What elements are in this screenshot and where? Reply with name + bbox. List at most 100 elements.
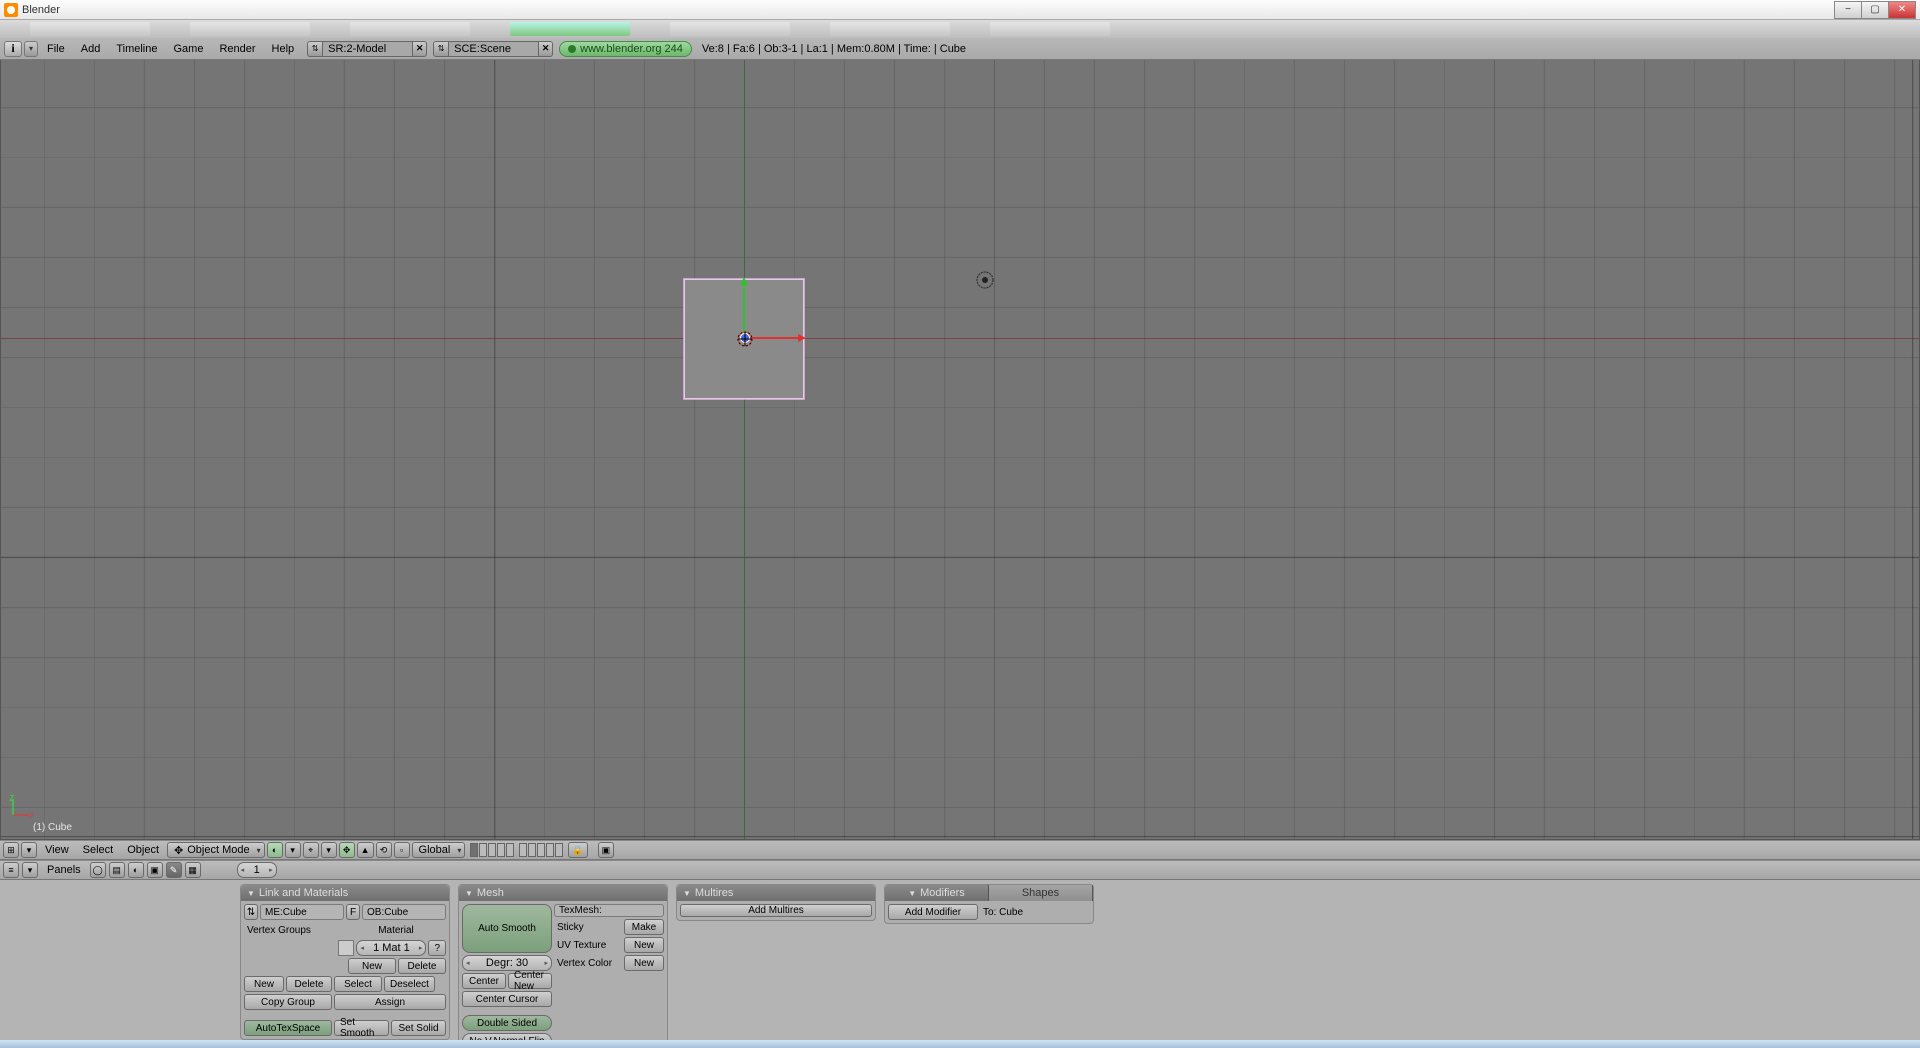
sticky-label: Sticky [554,919,587,935]
buttons-chevron-icon[interactable]: ▾ [22,862,38,878]
screen-browse-icon[interactable]: ⇅ [307,41,323,57]
shading-solid-icon[interactable]: ◐ [267,842,283,858]
window-type-chevron-icon[interactable]: ▾ [24,41,38,57]
center-cursor-button[interactable]: Center Cursor [462,991,552,1007]
blender-org-link[interactable]: www.blender.org 244 [559,41,692,57]
tab-shapes[interactable]: Shapes [989,885,1093,901]
menu-add[interactable]: Add [74,40,108,58]
material-swatch[interactable] [338,940,354,956]
material-help-button[interactable]: ? [428,940,446,956]
viewport-object-label: (1) Cube [33,822,72,833]
context-editing-icon[interactable]: ✎ [166,862,182,878]
gizmo-x-arrow[interactable] [746,337,801,339]
frame-number-field[interactable]: 1 [237,862,277,878]
tab-modifiers[interactable]: ▼Modifiers [885,885,989,901]
context-logic-icon[interactable]: ◯ [90,862,106,878]
panel-link-materials: ▼Link and Materials ⇅ ME:Cube F OB:Cube … [240,884,450,1040]
window-title: Blender [22,4,60,16]
3dview-type-icon[interactable]: ⊞ [3,842,19,858]
buttons-type-icon[interactable]: ≡ [3,862,19,878]
mode-label: Object Mode [187,844,249,856]
mode-dropdown[interactable]: ✥Object Mode [167,842,265,858]
window-maximize-button[interactable]: ▢ [1861,1,1889,19]
3dview-menu-chevron-icon[interactable]: ▾ [21,842,37,858]
window-minimize-button[interactable]: − [1834,1,1862,19]
scene-delete-button[interactable]: ✕ [539,41,553,57]
menu-view[interactable]: View [39,842,75,858]
me-name-field[interactable]: ME:Cube [260,904,344,920]
set-solid-button[interactable]: Set Solid [391,1020,446,1036]
vcol-new-button[interactable]: New [624,955,664,971]
menu-game[interactable]: Game [166,40,210,58]
lock-layers-icon[interactable]: 🔒 [568,842,587,858]
context-scene-icon[interactable]: ▦ [185,862,201,878]
texmesh-field[interactable]: TexMesh: [554,904,664,917]
screen-delete-button[interactable]: ✕ [413,41,427,57]
manipulator-toggle-icon[interactable]: ✥ [339,842,355,858]
context-object-icon[interactable]: ▣ [147,862,163,878]
material-index-field[interactable]: 1 Mat 1 [356,940,426,956]
panel-head-mesh[interactable]: ▼Mesh [459,885,667,901]
render-preview-icon[interactable]: ▣ [598,842,615,858]
degr-field[interactable]: Degr: 30 [462,955,552,971]
pivot-chevron-icon[interactable]: ▾ [321,842,337,858]
orientation-dropdown[interactable]: Global [412,842,466,858]
novnormalflip-toggle[interactable]: No V.Normal Flip [462,1033,552,1040]
grid-major [1,60,1919,839]
menu-render[interactable]: Render [212,40,262,58]
buttons-header: ≡ ▾ Panels ◯ ▤ ◐ ▣ ✎ ▦ 1 [0,860,1920,880]
assign-button[interactable]: Assign [334,994,446,1010]
screen-name-field[interactable]: SR:2-Model [323,41,413,57]
uvtexture-label: UV Texture [554,937,609,953]
panel-head-link-materials[interactable]: ▼Link and Materials [241,885,449,901]
manipulator-rotate-icon[interactable]: ⟲ [376,842,392,858]
add-modifier-button[interactable]: Add Modifier [888,904,978,920]
gizmo-y-arrow[interactable] [743,282,745,337]
panel-head-multires[interactable]: ▼Multires [677,885,875,901]
scene-browse-icon[interactable]: ⇅ [433,41,449,57]
autosmooth-toggle[interactable]: Auto Smooth [462,904,552,953]
mat-deselect-button[interactable]: Deselect [384,976,435,992]
ob-name-field[interactable]: OB:Cube [362,904,446,920]
menu-file[interactable]: File [40,40,72,58]
menu-select[interactable]: Select [77,842,120,858]
doublesided-toggle[interactable]: Double Sided [462,1015,552,1031]
center-new-button[interactable]: Center New [508,973,552,989]
center-button[interactable]: Center [462,973,506,989]
window-type-icon[interactable]: i [4,41,22,57]
autotexspace-toggle[interactable]: AutoTexSpace [244,1020,332,1036]
copy-group-button[interactable]: Copy Group [244,994,332,1010]
context-shading-icon[interactable]: ◐ [128,862,144,878]
me-f-button[interactable]: F [346,904,360,920]
screen-selector[interactable]: ⇅ SR:2-Model ✕ [307,41,427,57]
header-stats: Ve:8 | Fa:6 | Ob:3-1 | La:1 | Mem:0.80M … [702,43,966,55]
layer-buttons[interactable] [470,843,563,857]
set-smooth-button[interactable]: Set Smooth [334,1020,389,1036]
modifier-to-label: To: Cube [980,904,1026,920]
mat-select-button[interactable]: Select [334,976,382,992]
window-close-button[interactable]: ✕ [1888,1,1916,19]
context-script-icon[interactable]: ▤ [109,862,125,878]
frame-value: 1 [254,864,260,876]
scene-selector[interactable]: ⇅ SCE:Scene ✕ [433,41,553,57]
shading-chevron-icon[interactable]: ▾ [285,842,301,858]
vgroup-new-button[interactable]: New [244,976,284,992]
uvtex-new-button[interactable]: New [624,937,664,953]
windows-taskbar[interactable] [0,1040,1920,1048]
axis-y-line [744,60,745,839]
me-browse-button[interactable]: ⇅ [244,904,258,920]
pivot-icon[interactable]: ⌖ [303,842,319,858]
scene-name-field[interactable]: SCE:Scene [449,41,539,57]
menu-help[interactable]: Help [265,40,302,58]
vgroup-delete-button[interactable]: Delete [286,976,332,992]
manipulator-scale-icon[interactable]: ▫ [394,842,410,858]
mat-new-button[interactable]: New [348,958,396,974]
manipulator-translate-icon[interactable]: ▲ [357,842,374,858]
add-multires-button[interactable]: Add Multires [680,904,872,917]
lamp-object[interactable] [975,270,995,290]
3d-viewport[interactable]: xz (1) Cube [0,60,1920,840]
menu-object[interactable]: Object [121,842,165,858]
mat-delete-button[interactable]: Delete [398,958,446,974]
sticky-make-button[interactable]: Make [624,919,664,935]
menu-timeline[interactable]: Timeline [109,40,164,58]
